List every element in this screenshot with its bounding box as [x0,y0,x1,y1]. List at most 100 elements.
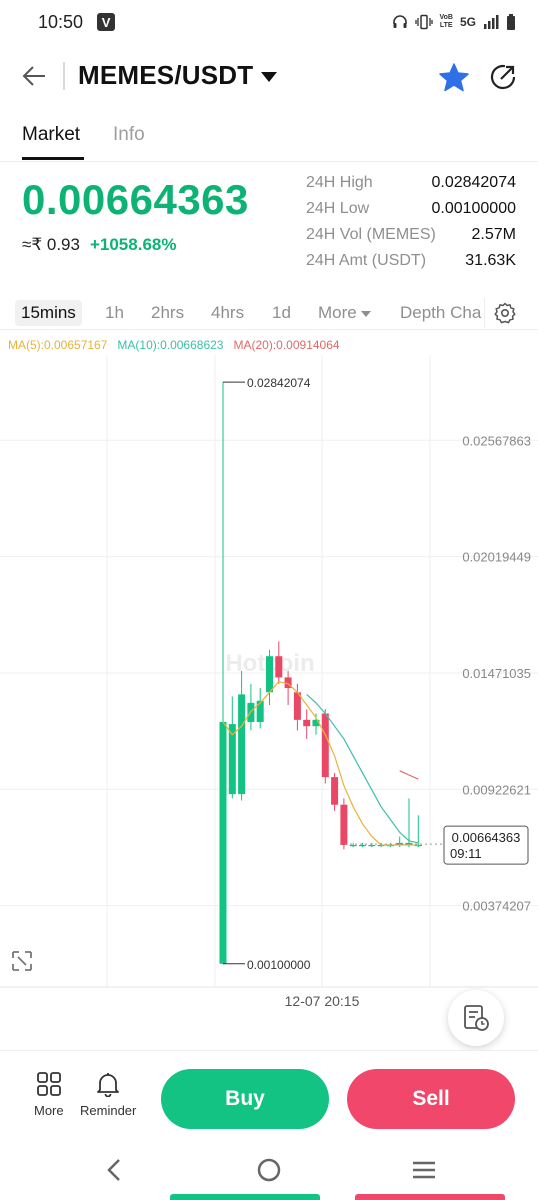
caret-down-icon [360,310,371,317]
status-time: 10:50 [38,11,84,32]
stat-label: 24H Amt (USDT) [306,252,427,269]
candlestick-chart[interactable]: Hotcoin0.025678630.020194490.014710350.0… [0,355,538,1015]
buy-peek [170,1194,320,1200]
system-recents-button[interactable] [410,1156,438,1189]
share-icon [490,64,516,90]
last-price: 0.00664363 [22,176,249,223]
x-axis-label: 12-07 20:15 [285,993,360,1009]
app-notification-icon: V [97,13,116,31]
stat-value: 2.57M [471,226,516,243]
interval-more[interactable]: More [312,300,377,326]
more-label: More [34,1103,64,1118]
order-history-button[interactable] [448,990,504,1046]
candle-body [331,777,339,805]
current-price-label: 0.00664363 [452,830,521,845]
price-change: +1058.68% [89,235,177,254]
moving-average-legend: MA(5):0.00657167 MA(10):0.00668623 MA(20… [8,338,340,352]
candle-body [321,713,329,778]
candle-body [303,719,311,727]
headphones-icon [392,14,408,30]
market-tabs: Market Info [0,112,538,162]
stat-value: 0.02842074 [431,174,516,191]
active-tab-indicator [22,157,84,160]
low-marker-label: 0.00100000 [247,958,311,972]
stat-label: 24H Vol (MEMES) [306,226,436,243]
system-navigation [0,1142,538,1200]
candle-body [238,694,246,795]
caret-down-icon [261,72,278,82]
buy-button[interactable]: Buy [161,1069,329,1129]
interval-1h[interactable]: 1h [99,300,130,326]
interval-1d[interactable]: 1d [266,300,297,326]
stat-row: 24H High 0.02842074 [306,170,516,196]
arrow-left-icon [22,66,45,86]
share-button[interactable] [488,62,518,92]
ma20-label: MA(20):0.00914064 [233,338,340,352]
fullscreen-icon[interactable] [12,951,32,971]
interval-depth-chart[interactable]: Depth Cha [394,300,487,326]
reminder-button[interactable]: Reminder [80,1071,136,1118]
interval-15mins[interactable]: 15mins [15,300,82,326]
bottom-action-bar: More Reminder Buy Sell [0,1050,538,1142]
gear-icon [493,302,516,324]
stat-value: 0.00100000 [431,200,516,217]
stat-row: 24H Vol (MEMES) 2.57M [306,222,516,248]
network-type: 5G [459,15,476,29]
battery-icon [506,14,516,30]
bell-icon [97,1073,120,1097]
volte-icon: VoB LTE [439,14,453,29]
price-subline: ≈₹ 0.93 +1058.68% [22,235,176,255]
candle-body [275,656,283,678]
interval-4hrs[interactable]: 4hrs [205,300,250,326]
stat-label: 24H High [306,174,373,191]
sell-button[interactable]: Sell [347,1069,515,1129]
pair-selector[interactable]: MEMES/USDT [78,60,278,91]
candle-body [359,845,366,847]
status-bar: 10:50 V VoB LTE 5G [0,0,538,44]
candle-body [256,700,264,722]
ticker-stats: 24H High 0.02842074 24H Low 0.00100000 2… [306,170,516,274]
favorite-button[interactable] [438,62,470,92]
chart-settings-button[interactable] [484,298,524,328]
pair-title: MEMES/USDT [78,60,254,90]
back-button[interactable] [20,62,48,90]
candle-body [219,721,227,964]
ma20-line [399,770,419,780]
candle-body [340,804,348,845]
chevron-left-icon [107,1159,120,1181]
interval-2hrs[interactable]: 2hrs [145,300,190,326]
ma10-label: MA(10):0.00668623 [117,338,224,352]
top-navigation: MEMES/USDT [0,50,538,102]
fiat-price: ≈₹ 0.93 [22,235,80,254]
stat-value: 31.63K [465,252,516,269]
tab-market[interactable]: Market [22,124,80,146]
home-circle-icon [257,1158,281,1182]
y-axis-label: 0.00374207 [462,899,531,914]
signal-icon [483,15,499,29]
vibrate-icon [414,14,433,30]
grid-icon [36,1072,61,1096]
stat-row: 24H Amt (USDT) 31.63K [306,248,516,274]
more-button[interactable]: More [34,1071,64,1118]
document-clock-icon [464,1005,489,1031]
y-axis-label: 0.02019449 [462,550,531,565]
candle-body [266,656,273,693]
stat-row: 24H Low 0.00100000 [306,196,516,222]
high-marker-label: 0.02842074 [247,376,311,390]
sell-peek [355,1194,505,1200]
system-home-button[interactable] [255,1156,283,1189]
candle-body [368,845,376,847]
tab-info[interactable]: Info [113,124,145,146]
countdown-label: 09:11 [450,846,482,861]
candle-body [349,845,357,847]
star-icon [439,63,469,92]
y-axis-label: 0.00922621 [462,782,531,797]
nav-divider [63,62,65,90]
stat-label: 24H Low [306,200,370,217]
status-icons: VoB LTE 5G [392,14,517,30]
reminder-label: Reminder [80,1103,137,1118]
y-axis-label: 0.01471035 [462,666,531,681]
interval-selector: 15mins 1h 2hrs 4hrs 1d More Depth Cha [0,296,538,330]
system-back-button[interactable] [102,1156,126,1189]
menu-lines-icon [413,1161,435,1179]
